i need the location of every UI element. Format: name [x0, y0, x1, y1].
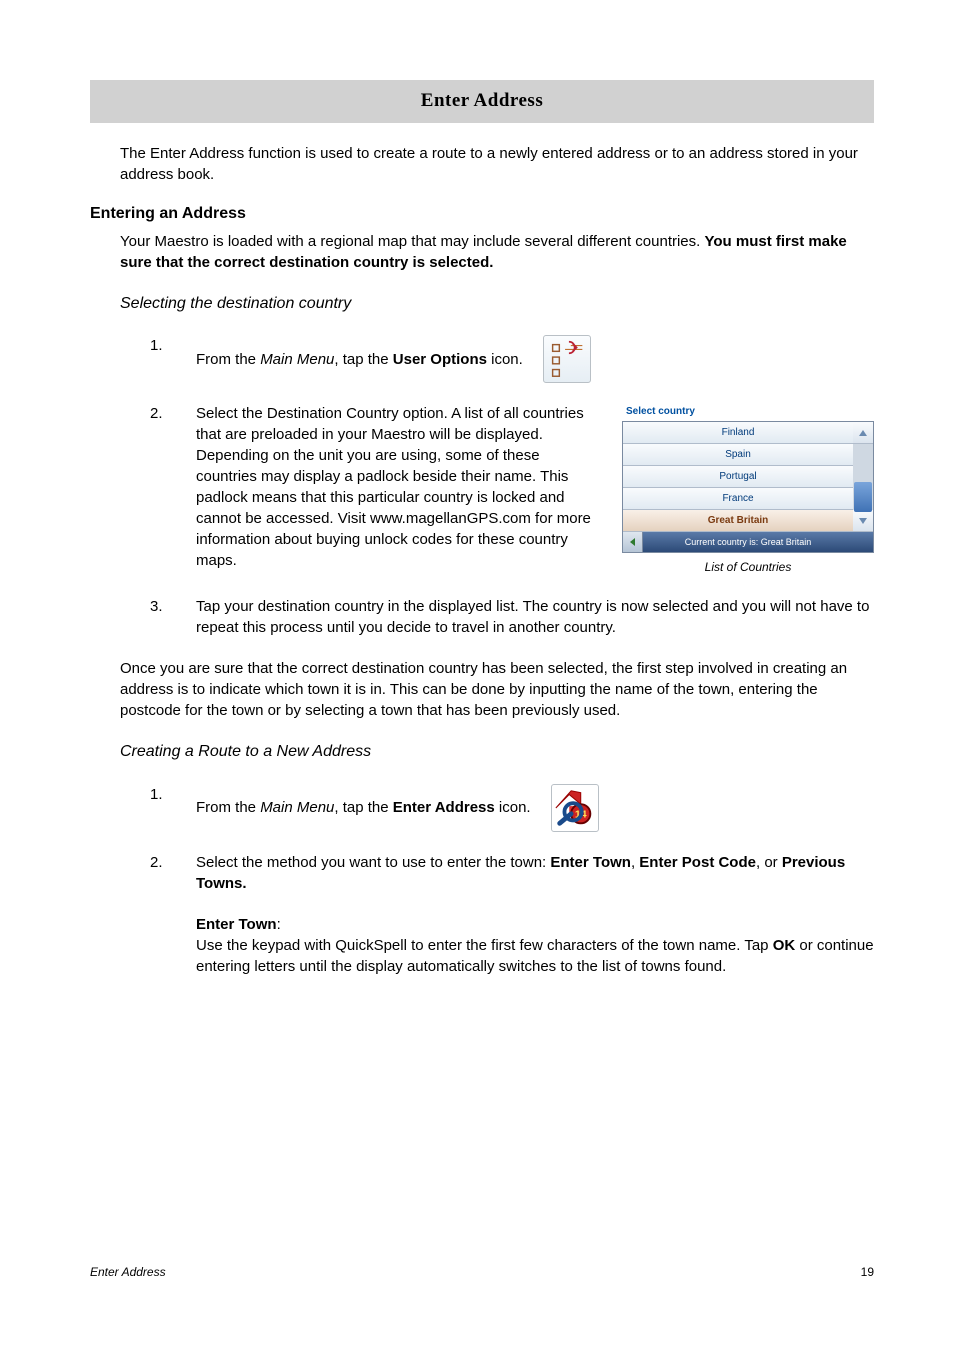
country-row-great-britain[interactable]: Great Britain: [623, 510, 853, 532]
step-number: 3.: [150, 596, 168, 638]
scrollbar[interactable]: [853, 422, 873, 532]
bold-text: Enter Post Code: [639, 854, 756, 871]
text: Use the keypad with QuickSpell to enter …: [196, 937, 773, 954]
subheading-creating-route: Creating a Route to a New Address: [120, 741, 874, 763]
step-2: 2. Select the method you want to use to …: [150, 852, 874, 894]
step-1: 1. From the Main Menu, tap the User Opti…: [150, 335, 874, 383]
paragraph-regional-map: Your Maestro is loaded with a regional m…: [120, 231, 874, 273]
text: Select the method you want to use to ent…: [196, 854, 550, 871]
country-list-figure: Select country Finland Spain Portugal Fr…: [622, 403, 874, 576]
bold-text: OK: [773, 937, 796, 954]
figure-caption: List of Countries: [622, 559, 874, 576]
step-1: 1. From the Main Menu, tap the Enter Add…: [150, 784, 874, 832]
bold-text: Enter Town: [550, 854, 631, 871]
text: icon.: [495, 799, 531, 816]
step-number: 2.: [150, 852, 168, 894]
enter-address-icon: 14: [551, 784, 599, 832]
page: Enter Address The Enter Address function…: [0, 0, 954, 1351]
section-heading-entering-address: Entering an Address: [90, 203, 874, 225]
page-title: Enter Address: [90, 80, 874, 123]
scroll-down-icon[interactable]: [853, 510, 873, 532]
text: icon.: [487, 351, 523, 368]
scroll-thumb[interactable]: [854, 482, 872, 512]
subheading-selecting-country: Selecting the destination country: [120, 293, 874, 315]
text: Your Maestro is loaded with a regional m…: [120, 233, 705, 250]
bold-text: Enter Address: [393, 799, 495, 816]
step-body: Select the method you want to use to ent…: [196, 852, 874, 894]
step-3: 3. Tap your destination country in the d…: [150, 596, 874, 638]
page-number: 19: [861, 1264, 874, 1281]
country-row-spain[interactable]: Spain: [623, 444, 853, 466]
enter-town-label: Enter Town: [196, 916, 277, 933]
colon: :: [277, 916, 281, 933]
back-button[interactable]: [623, 532, 643, 552]
step-number: 1.: [150, 784, 168, 832]
step-body: From the Main Menu, tap the User Options…: [196, 335, 874, 383]
step-number: 2.: [150, 403, 168, 576]
user-options-icon: [543, 335, 591, 383]
country-row-finland[interactable]: Finland: [623, 422, 853, 444]
text: From the: [196, 351, 260, 368]
current-country-status: Current country is: Great Britain: [623, 532, 873, 552]
text: , or: [756, 854, 782, 871]
italic-text: Main Menu: [260, 351, 334, 368]
steps-selecting-country: 1. From the Main Menu, tap the User Opti…: [150, 335, 874, 638]
step-body: From the Main Menu, tap the Enter Addres…: [196, 784, 874, 832]
select-country-title: Select country: [622, 403, 874, 421]
intro-paragraph: The Enter Address function is used to cr…: [120, 143, 874, 185]
enter-town-block: Enter Town: Use the keypad with QuickSpe…: [196, 914, 874, 977]
country-row-france[interactable]: France: [623, 488, 853, 510]
step-2: 2. Select the Destination Country option…: [150, 403, 874, 576]
scroll-track[interactable]: [853, 444, 873, 510]
enter-town-label-line: Enter Town:: [196, 914, 874, 935]
text: From the: [196, 799, 260, 816]
text: , tap the: [334, 799, 392, 816]
italic-text: Main Menu: [260, 799, 334, 816]
step-number: 1.: [150, 335, 168, 383]
country-row-portugal[interactable]: Portugal: [623, 466, 853, 488]
step-body: Tap your destination country in the disp…: [196, 596, 874, 638]
enter-town-text: Use the keypad with QuickSpell to enter …: [196, 935, 874, 977]
page-footer: Enter Address 19: [90, 1264, 874, 1281]
text: , tap the: [334, 351, 392, 368]
status-text: Current country is: Great Britain: [685, 537, 812, 547]
scroll-up-icon[interactable]: [853, 422, 873, 444]
step-text: Select the Destination Country option. A…: [196, 403, 602, 571]
footer-title: Enter Address: [90, 1264, 166, 1281]
bold-text: User Options: [393, 351, 487, 368]
step-body: Select the Destination Country option. A…: [196, 403, 874, 576]
bridge-paragraph: Once you are sure that the correct desti…: [120, 658, 874, 721]
country-panel: Finland Spain Portugal France Great Brit…: [622, 421, 874, 553]
steps-creating-route: 1. From the Main Menu, tap the Enter Add…: [150, 784, 874, 894]
